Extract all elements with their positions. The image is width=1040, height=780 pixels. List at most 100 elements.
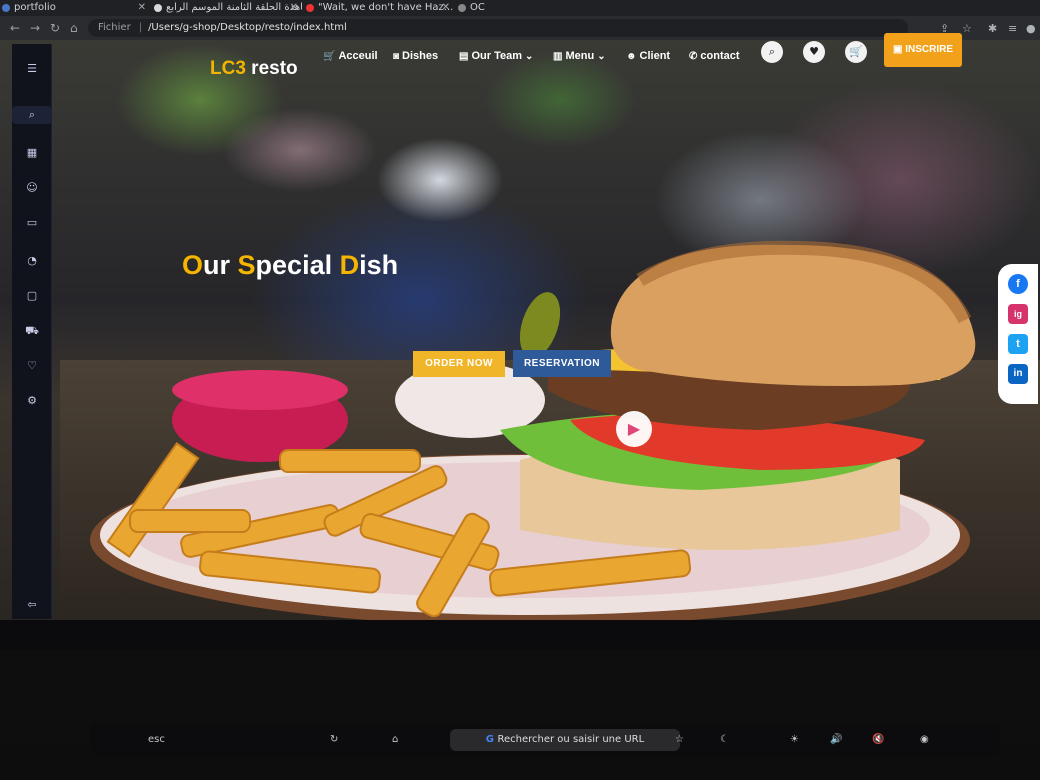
title-letter: O [182,250,204,280]
order-now-button[interactable]: ORDER NOW [413,351,505,377]
logo-text: resto [245,58,298,79]
instagram-icon[interactable]: ig [1008,304,1028,324]
social-links-panel: f ig t in [998,264,1038,404]
inscrire-button[interactable]: ▣ INSCRIRE [884,33,962,67]
cart-icon[interactable]: 🛒 [845,41,867,63]
profile-icon[interactable]: ● [1026,22,1036,35]
tab-episode[interactable]: مشاهدة الحلقة الثامنة الموسم الرابع ✕ [152,0,302,16]
facebook-icon[interactable]: f [1008,274,1028,294]
touchbar-search-label: Rechercher ou saisir une URL [497,734,645,745]
site-logo[interactable]: LC3 resto [210,58,298,80]
laptop-screen: portfolio ✕ مشاهدة الحلقة الثامنة الموسم… [0,0,1040,650]
close-icon[interactable]: ✕ [290,0,298,16]
title-text: ur [203,250,238,280]
mute-icon[interactable]: 🔇 [872,724,884,756]
forward-icon[interactable]: → [30,21,40,35]
nav-label: Client [639,50,671,62]
settings-gear-icon[interactable]: ⚙ [12,392,52,410]
close-icon[interactable]: ✕ [138,0,146,16]
title-letter: S [237,250,256,280]
inscrire-label: INSCRIRE [905,44,954,55]
home-icon[interactable]: ⌂ [70,21,78,35]
id-card-icon: ▣ [892,44,906,55]
nav-acceuil[interactable]: 🛒 Acceuil [323,50,378,62]
grid-icon[interactable]: ▦ [12,144,52,162]
tab-portfolio[interactable]: portfolio ✕ [0,0,150,16]
nav-label: contact [700,50,740,62]
nav-dishes[interactable]: ◙ Dishes [393,50,438,62]
nav-menu[interactable]: ▥ Menu ⌄ [553,50,609,62]
touch-bar: esc ↻ ⌂ G Rechercher ou saisir une URL ☆… [90,724,1000,756]
reload-icon[interactable]: ↻ [50,21,60,35]
phone-icon: ✆ [689,51,698,62]
heart-icon[interactable]: ♡ [12,357,52,375]
tab-other[interactable]: OC [456,0,536,16]
nav-label: Dishes [402,50,439,62]
twitter-icon[interactable]: t [1008,334,1028,354]
heart-icon[interactable]: ♥ [803,41,825,63]
nav-label: Acceuil [338,50,378,62]
search-icon[interactable]: ⌕ [12,106,52,124]
youtube-icon [306,4,314,12]
volume-icon[interactable]: 🔊 [830,724,842,756]
restaurant-website [0,40,1040,620]
cart-icon[interactable]: ⛟ [12,322,52,340]
document-icon: ▥ [553,51,563,62]
logo-accent: LC3 [210,58,246,79]
title-text: ish [359,250,399,280]
tab-title: مشاهدة الحلقة الثامنة الموسم الرابع [166,2,302,13]
tab-title: OC [470,2,485,13]
cart-icon: 🛒 [323,51,336,62]
chevron-down-icon: ⌄ [597,51,606,62]
tab-title: portfolio [14,2,56,13]
tab-youtube[interactable]: "Wait, we don't have Haz... ✕ [304,0,454,16]
file-scheme-label: Fichier [98,22,131,33]
esc-key[interactable]: esc [148,724,165,756]
nav-client[interactable]: ☻ Client [626,50,670,62]
google-icon: G [485,734,498,745]
reload-icon[interactable]: ↻ [330,724,338,756]
left-sidebar: ☰ ⌕ ▦ ☺ ▭ ◔ ▢ ⛟ ♡ ⚙ ⇦ [12,44,52,619]
hero-food-image [90,240,976,620]
page-icon [458,4,466,12]
menu-hamburger-icon[interactable]: ☰ [12,60,52,78]
address-bar[interactable]: Fichier |/Users/g-shop/Desktop/resto/inde… [88,19,908,37]
chevron-down-icon: ⌄ [524,51,534,62]
reading-list-icon[interactable]: ≡ [1008,22,1017,35]
laptop-photo: portfolio ✕ مشاهدة الحلقة الثامنة الموسم… [0,0,1040,780]
user-add-icon: ☻ [626,51,637,62]
folder-icon[interactable]: ▢ [12,287,52,305]
page-icon [154,4,162,12]
user-icon[interactable]: ☺ [12,179,52,197]
url-text: /Users/g-shop/Desktop/resto/index.html [148,22,347,33]
nav-label: Menu [565,50,595,62]
linkedin-icon[interactable]: in [1008,364,1028,384]
title-letter: D [339,250,360,280]
nav-label: Our Team [471,50,522,62]
touchbar-search[interactable]: G Rechercher ou saisir une URL [450,729,680,751]
title-text: pecial [255,250,340,280]
hero-title: Our Special Dish [182,250,398,281]
bookmark-star-icon[interactable]: ☆ [962,22,972,35]
back-icon[interactable]: ← [10,21,20,35]
extensions-icon[interactable]: ✱ [988,22,997,35]
clock-icon[interactable]: ◔ [12,252,52,270]
play-video-icon[interactable]: ▶ [616,411,652,447]
chat-icon[interactable]: ▭ [12,214,52,232]
nav-our-team[interactable]: ▤ Our Team ⌄ [459,50,536,62]
nav-contact[interactable]: ✆ contact [689,50,740,62]
home-icon[interactable]: ⌂ [392,724,398,756]
reservation-button[interactable]: RESERVATION [513,350,611,377]
search-icon[interactable]: ⌕ [761,41,783,63]
brightness-up-icon[interactable]: ☀ [790,724,799,756]
close-icon[interactable]: ✕ [442,0,450,16]
shop-icon: ▤ [459,51,469,62]
globe-icon [2,4,10,12]
siri-icon[interactable]: ◉ [920,724,929,756]
browser-tab-bar: portfolio ✕ مشاهدة الحلقة الثامنة الموسم… [0,0,1040,16]
chat-icon: ◙ [393,51,400,62]
brightness-down-icon[interactable]: ☾ [720,724,729,756]
tab-title: "Wait, we don't have Haz... [318,2,454,13]
logout-icon[interactable]: ⇦ [12,596,52,614]
star-icon[interactable]: ☆ [675,724,684,756]
